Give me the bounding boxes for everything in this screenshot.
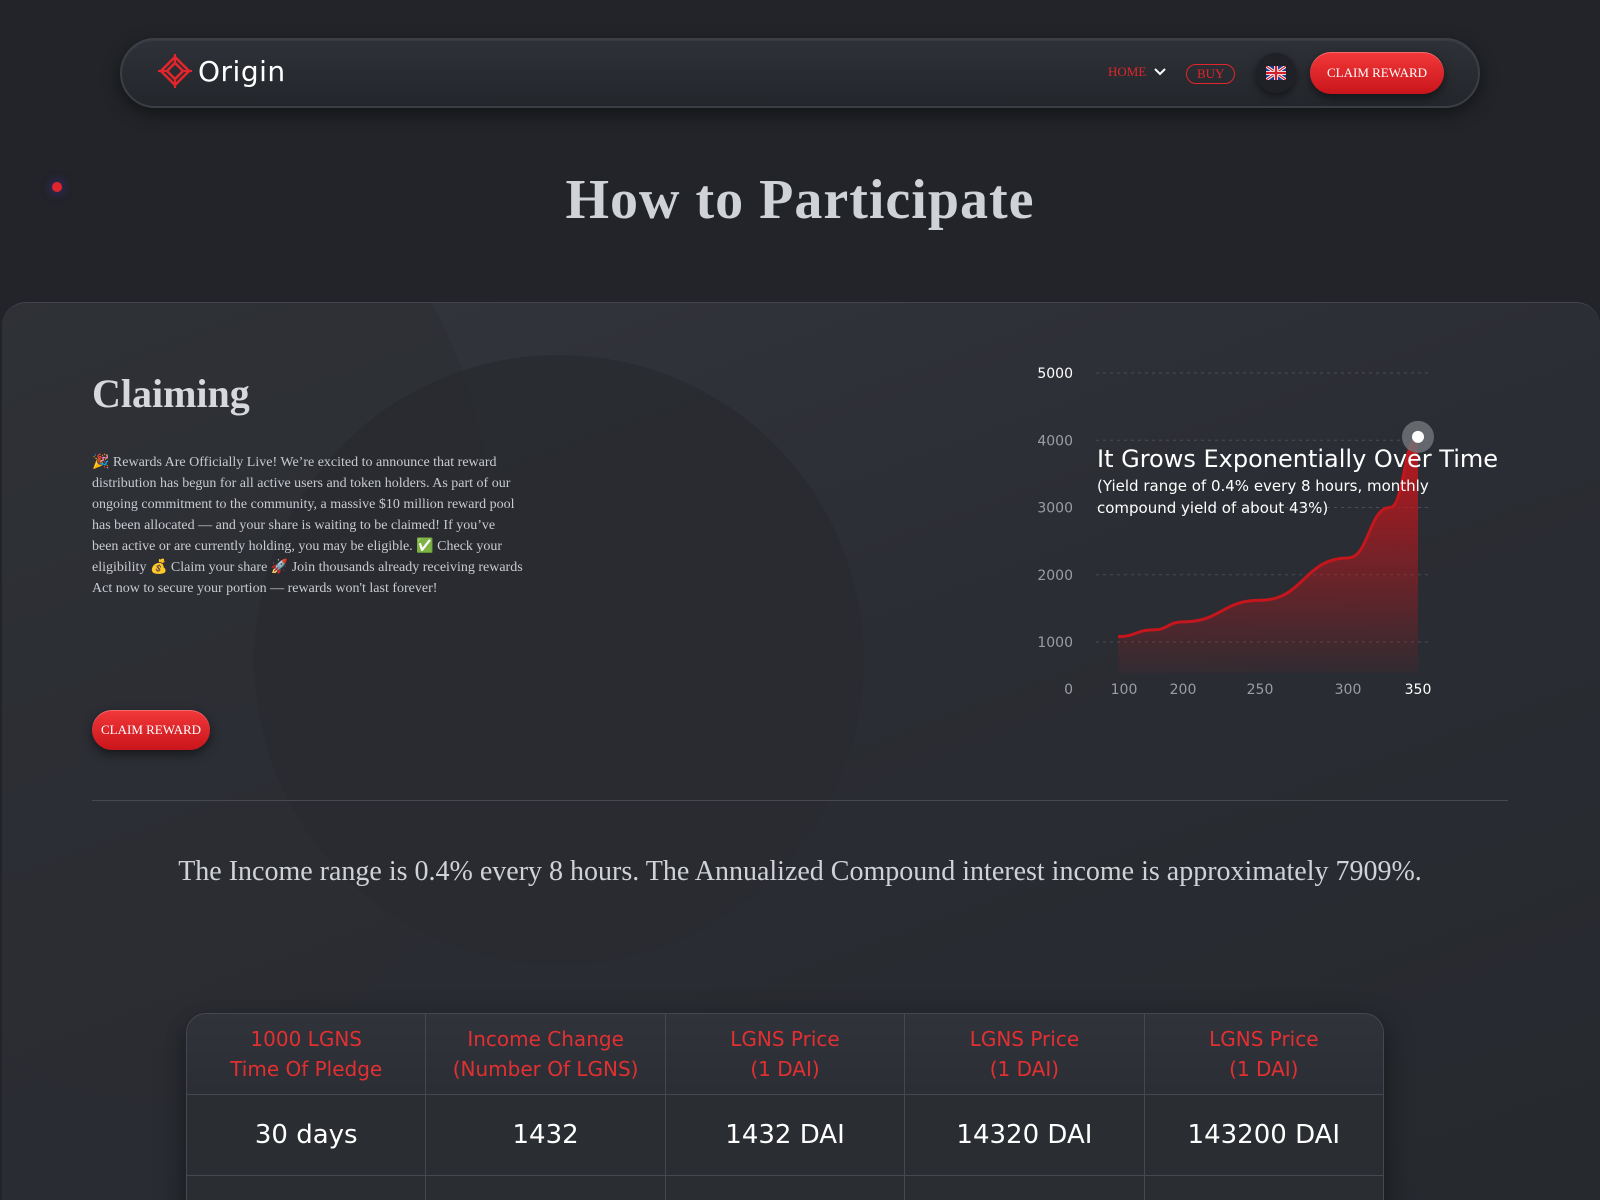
header-line: LGNS Price xyxy=(730,1027,840,1051)
income-table: 1000 LGNS Time Of Pledge Income Change (… xyxy=(186,1013,1384,1200)
table-header-cell: Income Change (Number Of LGNS) xyxy=(425,1014,664,1094)
table-header-cell: LGNS Price (1 DAI) xyxy=(904,1014,1143,1094)
logo-text: Origin xyxy=(198,54,286,88)
table-cell: 1432 xyxy=(425,1095,664,1175)
nav-home-dropdown[interactable]: HOME xyxy=(1108,64,1168,80)
header-line: Income Change xyxy=(467,1027,624,1051)
header-line: LGNS Price xyxy=(969,1027,1080,1051)
table-header-cell: LGNS Price (1 DAI) xyxy=(1143,1014,1383,1094)
origin-logo-icon xyxy=(158,54,192,88)
table-cell: 30 days xyxy=(254,1120,358,1150)
table-header-cell: 1000 LGNS Time Of Pledge xyxy=(187,1014,425,1094)
chart-x-tick-label: 300 xyxy=(1335,682,1362,698)
claiming-heading: Claiming xyxy=(92,371,250,416)
table-cell xyxy=(187,1176,425,1200)
nav-buy-link[interactable]: BUY xyxy=(1186,64,1236,84)
chart-caption: It Grows Exponentially Over Time (Yield … xyxy=(1097,443,1517,519)
header-line: (1 DAI) xyxy=(989,1057,1060,1081)
table-cell xyxy=(1143,1176,1383,1200)
chart-y-tick-label: 4000 xyxy=(1037,433,1073,449)
chart-title: It Grows Exponentially Over Time xyxy=(1097,445,1499,473)
table-cell xyxy=(904,1176,1143,1200)
chart-y-tick-label: 3000 xyxy=(1037,501,1073,517)
chart-x-tick-label: 100 xyxy=(1111,682,1138,698)
chart-highlight-point xyxy=(1412,430,1424,443)
logo[interactable]: Origin xyxy=(158,54,286,88)
page-title: How to Participate xyxy=(565,169,1035,231)
table-cell: 143200 DAI xyxy=(1143,1095,1383,1175)
income-statement: The Income range is 0.4% every 8 hours. … xyxy=(178,856,1422,887)
table-cell: 1432 DAI xyxy=(664,1095,904,1175)
chart-y-tick-label: 5000 xyxy=(1037,366,1073,382)
chart-y-tick-label: 1000 xyxy=(1037,635,1073,651)
growth-chart: 5000 4000 3000 2000 1000 0 100 200 250 300 350 It … xyxy=(1037,355,1520,725)
header-line: (1 DAI) xyxy=(1229,1057,1299,1081)
growth-chart-svg: 5000 4000 3000 2000 1000 0 100 200 250 300 350 xyxy=(1037,366,1434,698)
claim-reward-button[interactable]: CLAIM REWARD xyxy=(92,710,210,750)
header-line: Time Of Pledge xyxy=(230,1057,383,1081)
section-divider xyxy=(92,800,1508,801)
header-line: (1 DAI) xyxy=(750,1057,820,1081)
chart-x-tick-label: 250 xyxy=(1247,682,1274,698)
header-line: LGNS Price xyxy=(1209,1027,1319,1051)
chevron-down-icon xyxy=(1154,68,1166,76)
chart-y-tick-label: 2000 xyxy=(1037,568,1073,584)
table-cell xyxy=(425,1176,664,1200)
uk-flag-icon xyxy=(1266,66,1286,80)
table-cell xyxy=(664,1176,904,1200)
header-line: (Number Of LGNS) xyxy=(452,1057,639,1081)
table-header-cell: LGNS Price (1 DAI) xyxy=(664,1014,904,1094)
nav-home-label: HOME xyxy=(1108,64,1147,79)
chart-y-tick-label: 0 xyxy=(1064,682,1073,698)
table-row xyxy=(187,1175,1383,1200)
chart-x-tick-label: 350 xyxy=(1405,682,1432,698)
chart-x-tick-label: 200 xyxy=(1170,682,1197,698)
header-line: 1000 LGNS xyxy=(250,1027,362,1051)
top-navigation-bar: Origin HOME BUY CLAIM REWARD xyxy=(120,38,1480,108)
claiming-description: 🎉 Rewards Are Officially Live! We’re exc… xyxy=(92,455,523,596)
table-cell: 14320 DAI xyxy=(904,1095,1143,1175)
nav-claim-reward-button[interactable]: CLAIM REWARD xyxy=(1310,52,1444,94)
language-selector[interactable] xyxy=(1256,53,1296,93)
table-header-row: 1000 LGNS Time Of Pledge Income Change (… xyxy=(187,1014,1383,1094)
table-row: 30 days 1432 1432 DAI 14320 DAI 143200 D… xyxy=(187,1094,1383,1175)
chart-subtitle: (Yield range of 0.4% every 8 hours, mont… xyxy=(1097,477,1429,517)
